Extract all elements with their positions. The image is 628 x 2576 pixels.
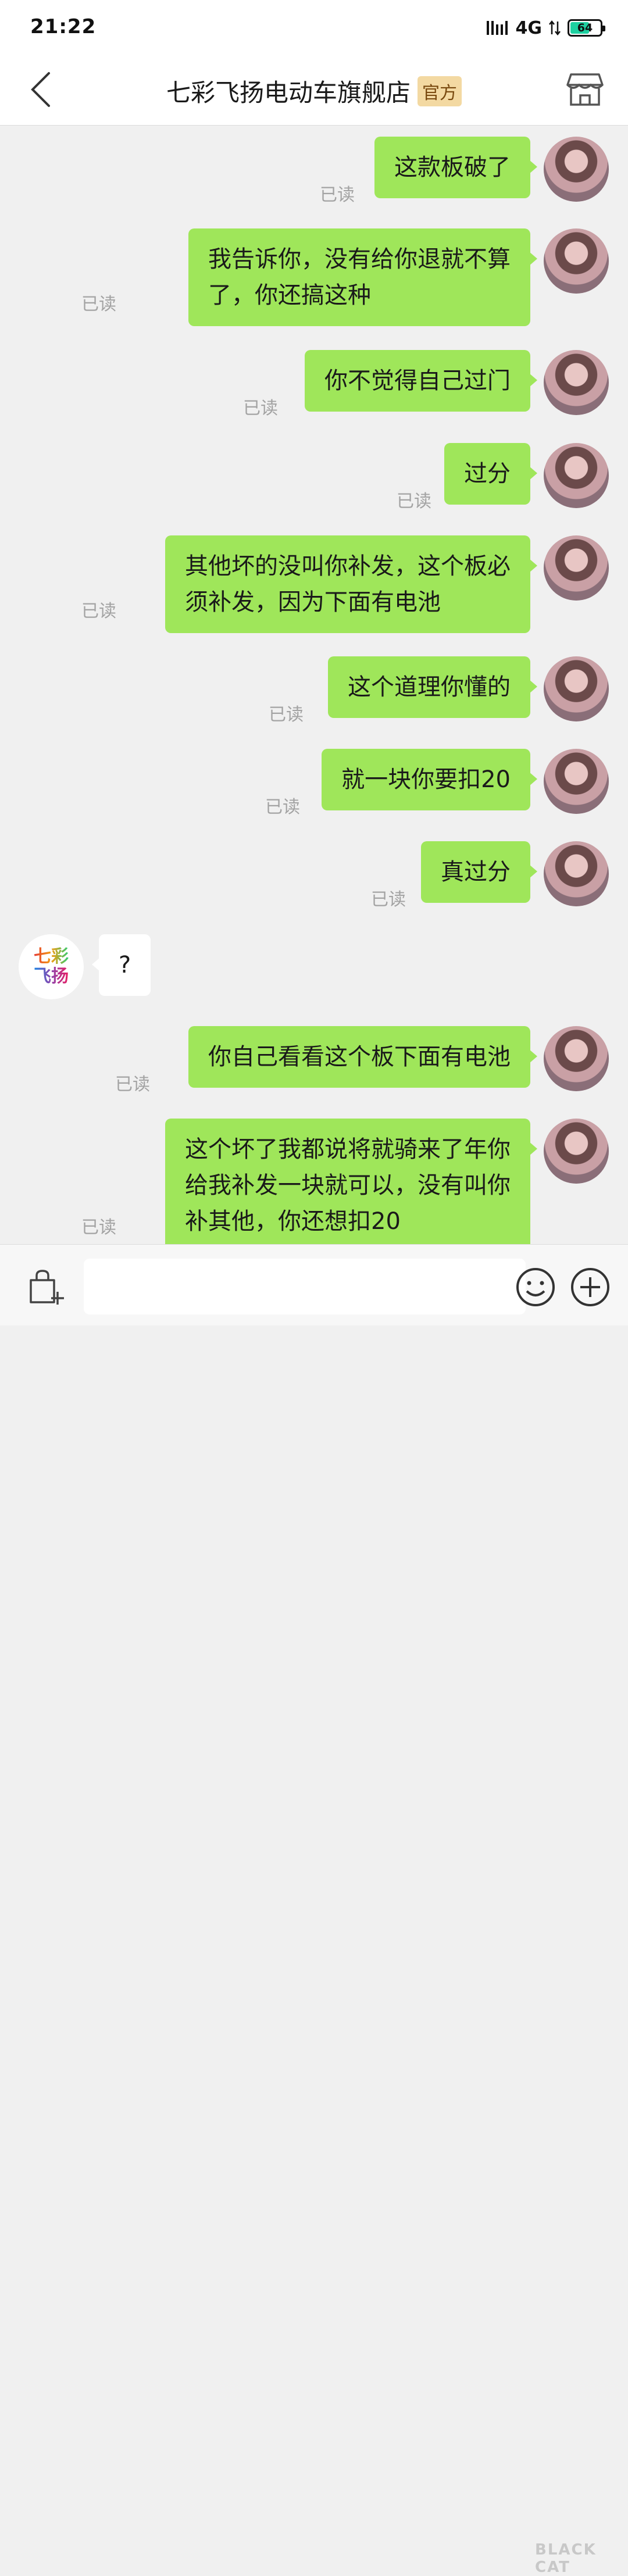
chat-area[interactable]: 这款板破了 已读 我告诉你，没有给你退就不算 了，你还搞这种 已读 你不觉得自己… — [0, 126, 628, 1244]
network-type: 4G — [515, 17, 543, 38]
message-text: 给我补发一块就可以，没有叫你 — [185, 1172, 511, 1199]
message-row: 你自己看看这个板下面有电池 已读 — [0, 1026, 628, 1096]
status-bar: 21:22 4G 64 — [0, 0, 628, 56]
avatar[interactable] — [544, 1119, 609, 1184]
message-row: 七彩 飞扬 ? — [0, 934, 628, 1004]
plus-button[interactable] — [570, 1267, 611, 1307]
message-text: 补其他，你还想扣20 — [185, 1208, 401, 1235]
read-status: 已读 — [81, 601, 116, 621]
avatar[interactable] — [544, 841, 609, 906]
plus-icon — [570, 1268, 611, 1310]
avatar[interactable] — [544, 535, 609, 601]
message-row: 就一块你要扣20 已读 — [0, 749, 628, 819]
avatar[interactable] — [544, 656, 609, 721]
message-bubble[interactable]: 过分 — [444, 443, 537, 505]
message-bubble[interactable]: 就一块你要扣20 — [322, 749, 537, 810]
message-bubble[interactable]: 我告诉你，没有给你退就不算 了，你还搞这种 — [188, 228, 537, 326]
read-status: 已读 — [320, 185, 355, 205]
message-bubble[interactable]: 你自己看看这个板下面有电池 — [188, 1026, 537, 1088]
signal-icon — [486, 19, 509, 37]
emoji-icon — [515, 1268, 556, 1310]
data-arrows-icon — [549, 19, 561, 37]
avatar[interactable] — [544, 1026, 609, 1091]
message-row: 这个坏了我都说将就骑来了年你 给我补发一块就可以，没有叫你 补其他，你还想扣20… — [0, 1119, 628, 1244]
avatar[interactable] — [544, 137, 609, 202]
message-text: 其他坏的没叫你补发，这个板必 — [185, 553, 511, 580]
message-text: 你自己看看这个板下面有电池 — [208, 1044, 511, 1070]
message-text: 须补发，因为下面有电池 — [185, 589, 441, 616]
message-bubble[interactable]: 这款板破了 — [374, 137, 537, 198]
message-text: 这个坏了我都说将就骑来了年你 — [185, 1136, 511, 1163]
read-status: 已读 — [269, 705, 304, 725]
message-row: 过分 已读 — [0, 443, 628, 513]
read-status: 已读 — [371, 889, 406, 910]
store-avatar[interactable]: 七彩 飞扬 — [19, 934, 84, 999]
message-text: 这个道理你懂的 — [348, 674, 511, 701]
message-text: 真过分 — [441, 859, 511, 885]
store-icon — [566, 72, 604, 109]
input-bar: BLACK CAT — [0, 1244, 628, 2576]
message-row: 我告诉你，没有给你退就不算 了，你还搞这种 已读 — [0, 228, 628, 326]
avatar[interactable] — [544, 749, 609, 814]
status-time: 21:22 — [30, 15, 97, 38]
message-bubble[interactable]: 其他坏的没叫你补发，这个板必 须补发，因为下面有电池 — [165, 535, 537, 633]
message-text: 你不觉得自己过门 — [324, 367, 511, 394]
message-text: 就一块你要扣20 — [341, 766, 511, 793]
message-input[interactable] — [84, 1259, 526, 1314]
status-icons: 4G 64 — [486, 16, 605, 40]
official-badge: 官方 — [418, 76, 462, 106]
read-status: 已读 — [81, 294, 116, 315]
bag-add-button[interactable] — [23, 1266, 70, 1312]
read-status: 已读 — [243, 398, 278, 419]
page-title[interactable]: 七彩飞扬电动车旗舰店 — [166, 73, 411, 109]
message-row: 你不觉得自己过门 已读 — [0, 350, 628, 420]
read-status: 已读 — [115, 1074, 150, 1095]
message-bubble[interactable]: 你不觉得自己过门 — [305, 350, 537, 412]
nav-title-wrap: 七彩飞扬电动车旗舰店 官方 — [0, 73, 628, 109]
read-status: 已读 — [81, 1217, 116, 1238]
message-row: 真过分 已读 — [0, 841, 628, 911]
message-bubble[interactable]: 这个道理你懂的 — [328, 656, 537, 718]
message-bubble[interactable]: ? — [91, 934, 151, 996]
avatar[interactable] — [544, 350, 609, 415]
message-text: 了，你还搞这种 — [208, 282, 371, 309]
message-text: 我告诉你，没有给你退就不算 — [208, 246, 511, 273]
message-text: ? — [119, 952, 131, 978]
read-status: 已读 — [397, 491, 431, 512]
watermark: BLACK CAT — [535, 2541, 597, 2576]
battery-icon: 64 — [568, 19, 605, 37]
battery-level: 64 — [577, 22, 593, 34]
message-bubble[interactable]: 这个坏了我都说将就骑来了年你 给我补发一块就可以，没有叫你 补其他，你还想扣20 — [165, 1119, 537, 1244]
bag-add-icon — [27, 1269, 66, 1309]
nav-bar: 七彩飞扬电动车旗舰店 官方 — [0, 56, 628, 126]
store-logo-text: 七彩 — [34, 946, 69, 967]
message-row: 这款板破了 已读 — [0, 137, 628, 206]
message-text: 这款板破了 — [394, 154, 511, 181]
emoji-button[interactable] — [515, 1267, 556, 1307]
avatar[interactable] — [544, 443, 609, 508]
read-status: 已读 — [265, 797, 300, 817]
store-button[interactable] — [563, 69, 607, 113]
message-row: 这个道理你懂的 已读 — [0, 656, 628, 726]
avatar[interactable] — [544, 228, 609, 294]
store-logo-text: 飞扬 — [34, 966, 69, 987]
message-text: 过分 — [464, 460, 511, 487]
message-bubble[interactable]: 真过分 — [421, 841, 537, 903]
message-row: 其他坏的没叫你补发，这个板必 须补发，因为下面有电池 已读 — [0, 535, 628, 633]
